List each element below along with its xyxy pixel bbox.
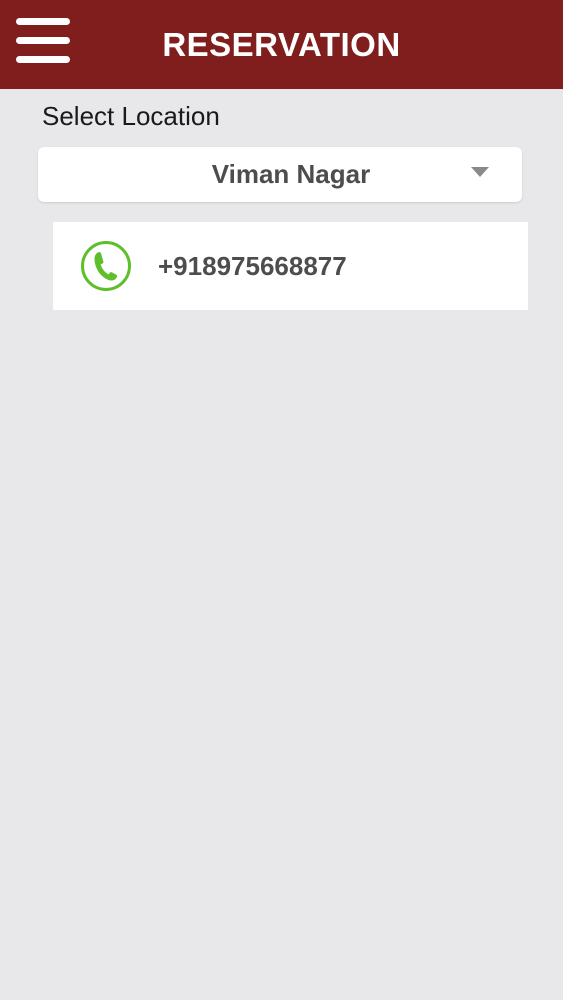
dropdown-arrow-icon (471, 167, 489, 177)
page-title: RESERVATION (162, 26, 401, 63)
location-selected-value: Viman Nagar (211, 159, 371, 189)
location-dropdown[interactable]: Viman Nagar (38, 147, 522, 202)
select-location-label: Select Location (42, 101, 220, 131)
phone-number[interactable]: +918975668877 (158, 222, 347, 310)
app-header: RESERVATION (0, 0, 563, 89)
phone-contact-row[interactable]: +918975668877 (53, 222, 528, 310)
phone-icon (81, 241, 131, 291)
